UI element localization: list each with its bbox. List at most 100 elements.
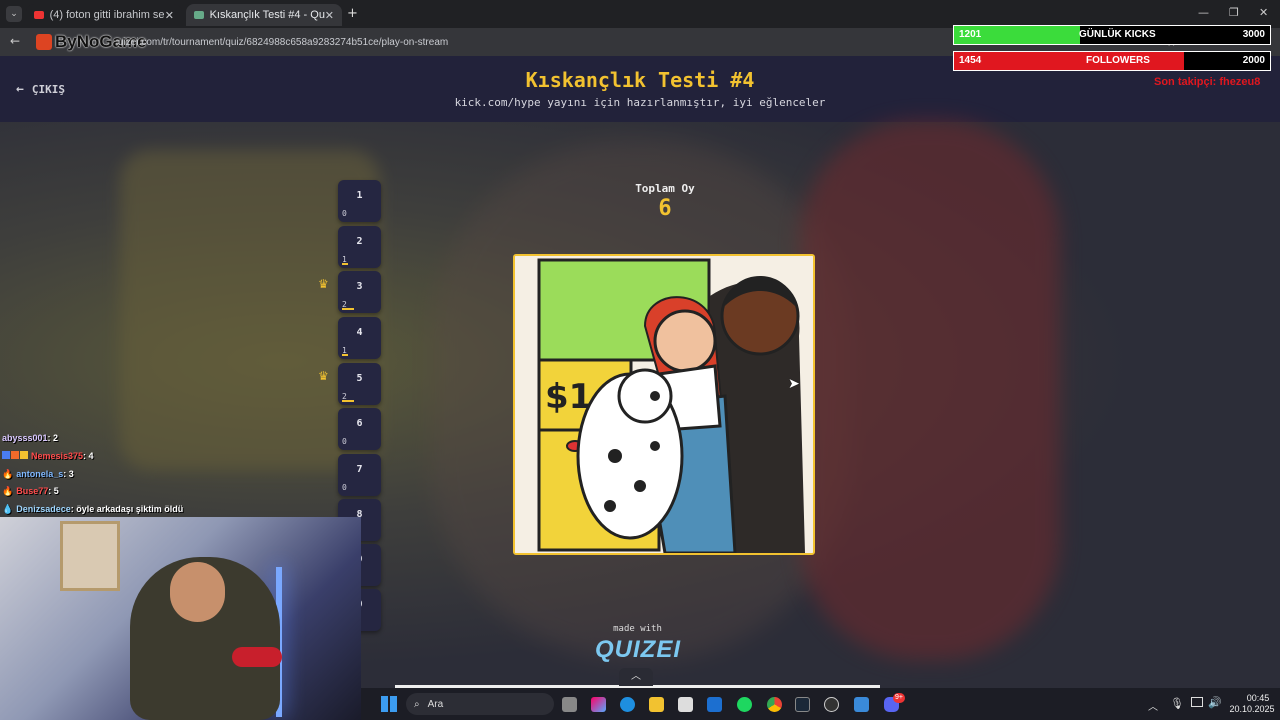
- last-follower-text: Son takipçi: fhezeu8: [1154, 76, 1261, 88]
- microphone-icon[interactable]: 🎙: [1170, 697, 1184, 710]
- notification-badge: 9+: [893, 693, 905, 703]
- volume-icon[interactable]: 🔊: [1208, 696, 1222, 709]
- question-number: 5: [356, 373, 363, 384]
- close-window-icon[interactable]: ✕: [1259, 6, 1268, 19]
- back-icon[interactable]: ←: [10, 34, 20, 48]
- question-card-6[interactable]: 60: [338, 408, 381, 450]
- chat-username: Buse77: [16, 486, 49, 496]
- question-card-1[interactable]: 10: [338, 180, 381, 222]
- task-view-icon[interactable]: [562, 697, 577, 712]
- question-number: 4: [356, 327, 363, 338]
- page-subtitle: kick.com/hype yayını için hazırlanmıştır…: [454, 96, 826, 109]
- outlook-icon[interactable]: [707, 697, 722, 712]
- question-number: 1: [356, 190, 363, 201]
- question-vote-count: 0: [342, 437, 347, 446]
- vote-share-bar: [342, 400, 354, 402]
- flame-badge-icon: 🔥: [2, 469, 14, 479]
- url-field[interactable]: uizei.com/tr/tournament/quiz/6824988c658…: [36, 32, 936, 52]
- vote-share-bar: [342, 263, 348, 265]
- spotify-icon[interactable]: [737, 697, 752, 712]
- daily-kicks-progress: 1201 GÜNLÜK KICKS 3000: [953, 25, 1271, 45]
- couple-illustration: $1.0: [515, 256, 813, 553]
- vote-share-bar: [342, 308, 354, 310]
- chat-message: 🔥 antonela_s: 3: [2, 469, 74, 480]
- mouse-cursor-icon: ➤: [788, 376, 800, 392]
- question-number: 6: [356, 418, 363, 429]
- badge-icon: [2, 451, 10, 459]
- chat-message: Nemesis375: 4: [2, 451, 94, 461]
- copilot-icon[interactable]: [591, 697, 606, 712]
- chat-username: Denizsadece: [16, 504, 71, 514]
- chat-username: Nemesis375: [31, 451, 84, 461]
- tab-quizei[interactable]: Kıskançlık Testi #4 - Quizei ✕: [186, 4, 342, 26]
- flame-badge-icon: 🔥: [2, 486, 14, 496]
- chrome-icon[interactable]: [767, 697, 782, 712]
- quizei-favicon-icon: [194, 11, 204, 19]
- question-number: 7: [356, 464, 363, 475]
- browser-tab-bar: ⌄ (4) foton gitti ibrahim selim - Y ✕ Kı…: [0, 0, 1280, 28]
- crown-icon: ♛: [318, 369, 329, 383]
- webcam-feed: [0, 517, 361, 720]
- chat-text: : 3: [63, 469, 74, 479]
- tab-youtube[interactable]: (4) foton gitti ibrahim selim - Y ✕: [26, 4, 182, 26]
- tab-title: Kıskançlık Testi #4 - Quizei: [209, 9, 325, 21]
- question-number: 3: [356, 281, 363, 292]
- chat-message: 💧 Denizsadece: öyle arkadaşı şiktim öldü: [2, 504, 183, 515]
- obs-icon[interactable]: [824, 697, 839, 712]
- new-tab-button[interactable]: +: [347, 6, 358, 21]
- quiz-image[interactable]: $1.0: [513, 254, 815, 555]
- chat-text: : 5: [48, 486, 59, 496]
- network-icon[interactable]: [1191, 697, 1203, 707]
- windows-start-icon[interactable]: [381, 696, 397, 712]
- streamer-face: [170, 562, 225, 622]
- edge-icon[interactable]: [620, 697, 635, 712]
- chat-text: : öyle arkadaşı şiktim öldü: [70, 504, 184, 514]
- chat-message: abysss001: 2: [2, 433, 58, 443]
- chat-message: 🔥 Buse77: 5: [2, 486, 59, 497]
- badge-icon: [20, 451, 28, 459]
- question-number: 2: [356, 236, 363, 247]
- clock-date[interactable]: 20.10.2025: [1228, 704, 1276, 714]
- store-icon[interactable]: [678, 697, 693, 712]
- close-tab-icon[interactable]: ✕: [165, 9, 174, 22]
- chevron-up-button[interactable]: ︿: [619, 668, 653, 686]
- chat-text: : 4: [83, 451, 94, 461]
- tab-list-dropdown[interactable]: ⌄: [6, 6, 22, 22]
- badge-icon: [11, 451, 19, 459]
- chat-text: : 2: [47, 433, 59, 443]
- question-card-2[interactable]: 21: [338, 226, 381, 268]
- minimize-icon[interactable]: —: [1198, 6, 1209, 19]
- followers-progress: 1454 FOLLOWERS 2000: [953, 51, 1271, 71]
- youtube-icon: [34, 11, 44, 19]
- tab-title: (4) foton gitti ibrahim selim - Y: [49, 9, 165, 21]
- vote-share-bar: [342, 354, 348, 356]
- question-card-4[interactable]: 41: [338, 317, 381, 359]
- question-card-5[interactable]: 52: [338, 363, 381, 405]
- question-card-3[interactable]: 32: [338, 271, 381, 313]
- settings-icon[interactable]: [854, 697, 869, 712]
- file-explorer-icon[interactable]: [649, 697, 664, 712]
- microphone: [232, 647, 282, 667]
- question-vote-count: 0: [342, 483, 347, 492]
- clock-time[interactable]: 00:45: [1240, 693, 1276, 703]
- kicks-goal: 3000: [1242, 29, 1265, 40]
- chat-username: abysss001: [2, 433, 48, 443]
- close-tab-icon[interactable]: ✕: [325, 9, 334, 22]
- quizei-logo[interactable]: QUIZEI: [593, 636, 683, 664]
- search-icon: ⌕: [414, 698, 420, 710]
- droplet-badge-icon: 💧: [2, 504, 14, 514]
- background-blur-shape: [800, 120, 1060, 660]
- picture-frame: [60, 521, 120, 591]
- question-card-7[interactable]: 70: [338, 454, 381, 496]
- restore-icon[interactable]: ❐: [1229, 6, 1239, 19]
- steam-icon[interactable]: [795, 697, 810, 712]
- taskbar-search[interactable]: ⌕ Ara: [406, 693, 554, 715]
- crown-icon: ♛: [318, 277, 329, 291]
- followers-goal: 2000: [1242, 55, 1265, 66]
- followers-label: FOLLOWERS: [1086, 55, 1150, 66]
- kicks-label: GÜNLÜK KICKS: [1079, 29, 1156, 40]
- page-title: Kıskançlık Testi #4: [525, 68, 755, 92]
- tray-chevron-icon[interactable]: ︿: [1148, 698, 1158, 713]
- total-votes-count: 6: [658, 196, 672, 221]
- search-placeholder: Ara: [427, 698, 444, 710]
